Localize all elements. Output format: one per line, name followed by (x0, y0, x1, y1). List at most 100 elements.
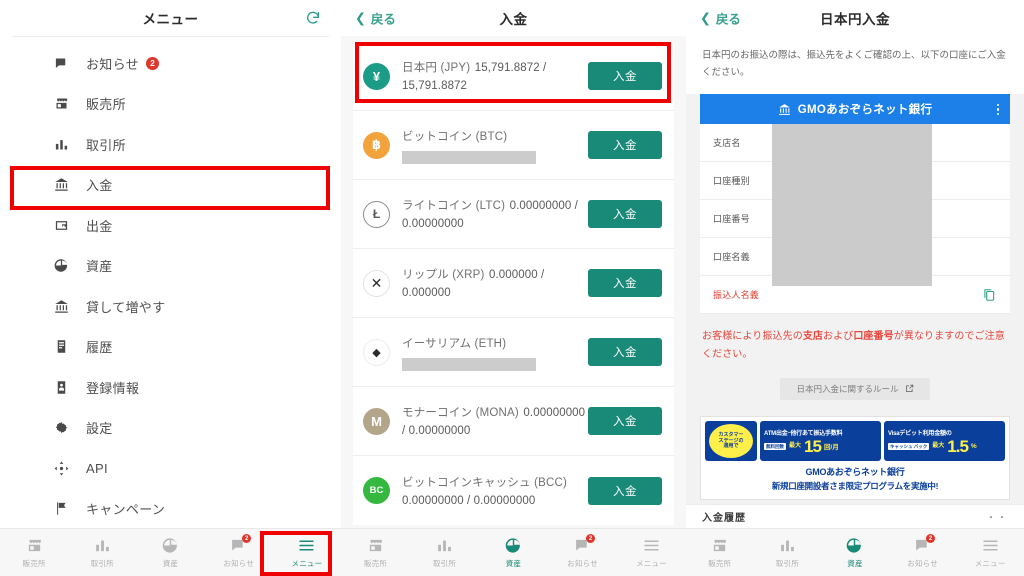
list-item-ltc[interactable]: Ł ライトコイン (LTC) 0.00000000 / 0.00000000 入… (353, 180, 674, 249)
coin-name: モナーコイン (MONA) (402, 407, 519, 419)
promo-visa-box: Visaデビット利用金額の キャッシュ バック 最大 1.5 % (884, 421, 1005, 462)
list-item-xrp[interactable]: ✕ リップル (XRP) 0.000000 / 0.000000 入金 (353, 249, 674, 318)
deposit-button[interactable]: 入金 (588, 200, 662, 228)
menu-panel: メニュー お知らせ 2 販売所 取引所 入金 出金 資産 貸して増やす 履歴 登… (0, 0, 341, 576)
sidebar-item-assets[interactable]: 資産 (0, 245, 341, 286)
kebab-menu-icon[interactable] (996, 103, 999, 115)
deposit-list-header: ❮ 戻る 入金 (341, 0, 686, 36)
back-label: 戻る (370, 12, 396, 27)
list-item-btc[interactable]: ฿ ビットコイン (BTC) 入金 (353, 111, 674, 180)
back-label: 戻る (715, 12, 741, 27)
list-item-bcc[interactable]: BC ビットコインキャッシュ (BCC) 0.00000000 / 0.0000… (353, 456, 674, 525)
sidebar-item-settings[interactable]: 設定 (0, 407, 341, 448)
sidebar-item-exchange[interactable]: 取引所 (0, 124, 341, 165)
promo-tag: キャッシュ バック (888, 442, 930, 450)
ltc-icon: Ł (363, 200, 390, 228)
tab-label: お知らせ (907, 559, 938, 568)
jpy-deposit-header: ❮ 戻る 日本円入金 (686, 0, 1024, 36)
deposit-button[interactable]: 入金 (588, 407, 662, 435)
promo-value: 1.5 (947, 436, 969, 456)
chevron-left-icon: ❮ (700, 10, 711, 25)
list-item-eth[interactable]: ◆ イーサリアム (ETH) 入金 (353, 318, 674, 387)
sidebar-item-label: API (86, 460, 108, 476)
tab-sales-office[interactable]: 販売所 (0, 529, 68, 576)
sidebar-item-deposit[interactable]: 入金 (0, 164, 341, 205)
list-item-jpy[interactable]: ¥ 日本円 (JPY) 15,791.8872 / 15,791.8872 入金 (353, 42, 674, 111)
deposit-button[interactable]: 入金 (588, 476, 662, 505)
promo-top-row: カスタマー ステージの 適用で ATM出金･他行あて振込手数料 無料回数 最大 … (705, 421, 1005, 462)
promo-unit: 回/月 (823, 444, 839, 452)
tab-menu[interactable]: メニュー (956, 529, 1024, 576)
promo-unit: % (970, 442, 977, 450)
sidebar-item-notifications[interactable]: お知らせ 2 (0, 43, 341, 84)
deposit-button[interactable]: 入金 (588, 269, 662, 297)
id-card-icon (52, 378, 70, 396)
deposit-button[interactable]: 入金 (588, 131, 662, 159)
deposit-button[interactable]: 入金 (588, 62, 662, 90)
copy-icon[interactable] (982, 288, 996, 302)
promo-tag: 無料回数 (764, 442, 786, 450)
sidebar-item-label: キャンペーン (86, 502, 166, 518)
pie-chart-icon (504, 536, 523, 555)
tab-assets[interactable]: 資産 (479, 529, 548, 576)
sidebar-item-registration-info[interactable]: 登録情報 (0, 367, 341, 408)
tab-exchange[interactable]: 取引所 (754, 529, 822, 576)
pie-chart-icon (845, 536, 864, 555)
mona-icon: M (363, 407, 390, 435)
row-label: 口座番号 (713, 214, 750, 225)
promo-value: 15 (804, 436, 822, 456)
promo-bottom-row: GMOあおぞらネット銀行 新規口座開設者さま限定プログラムを実施中! (705, 461, 1005, 495)
tab-assets[interactable]: 資産 (821, 529, 889, 576)
list-item-mona[interactable]: M モナーコイン (MONA) 0.00000000 / 0.00000000 … (353, 387, 674, 456)
external-link-icon (905, 384, 914, 395)
tab-menu[interactable]: メニュー (617, 529, 686, 576)
three-panel-screenshot: メニュー お知らせ 2 販売所 取引所 入金 出金 資産 貸して増やす 履歴 登… (0, 0, 1024, 576)
tab-label: 資産 (162, 559, 179, 568)
deposit-button[interactable]: 入金 (588, 338, 662, 366)
tab-notifications[interactable]: 2 お知らせ (548, 529, 617, 576)
coin-name: ビットコイン (BTC) (402, 130, 508, 143)
tab-label: メニュー (291, 559, 323, 568)
tab-assets[interactable]: 資産 (136, 529, 204, 576)
back-button[interactable]: ❮ 戻る (700, 9, 741, 28)
sidebar-item-sales-office[interactable]: 販売所 (0, 83, 341, 124)
promo-tagline: 新規口座開設者さま限定プログラムを実施中! (771, 481, 939, 492)
back-button[interactable]: ❮ 戻る (355, 9, 396, 28)
wallet-icon (52, 216, 70, 234)
notice-part: および (823, 331, 854, 343)
sidebar-item-label: 出金 (86, 218, 113, 234)
promo-prefix: 最大 (789, 443, 802, 450)
coin-name: ビットコインキャッシュ (BCC) (402, 476, 568, 489)
tab-menu[interactable]: メニュー (273, 529, 341, 576)
pie-chart-icon (161, 536, 180, 555)
sidebar-item-campaign[interactable]: キャンペーン (0, 488, 341, 529)
bar-chart-icon (778, 536, 797, 555)
sidebar-item-lending[interactable]: 貸して増やす (0, 286, 341, 327)
tab-label: メニュー (636, 559, 667, 568)
coin-meta: 日本円 (JPY) 15,791.8872 / 15,791.8872 (402, 58, 588, 94)
storefront-icon (25, 536, 44, 555)
deposit-history-section[interactable]: 入金履歴 ・・ (686, 504, 1024, 528)
sidebar-item-label: 入金 (86, 178, 113, 194)
sidebar-item-history[interactable]: 履歴 (0, 326, 341, 367)
promo-banner[interactable]: カスタマー ステージの 適用で ATM出金･他行あて振込手数料 無料回数 最大 … (700, 416, 1010, 501)
tab-exchange[interactable]: 取引所 (410, 529, 479, 576)
jpy-deposit-rule-button[interactable]: 日本円入金に関するルール (780, 378, 930, 401)
promo-circle: カスタマー ステージの 適用で (709, 424, 753, 459)
tab-exchange[interactable]: 取引所 (68, 529, 136, 576)
refresh-icon[interactable] (305, 10, 321, 26)
coin-meta: ビットコイン (BTC) (402, 127, 588, 164)
notice-part-bold: 支店 (802, 331, 824, 343)
tab-sales-office[interactable]: 販売所 (686, 529, 754, 576)
tab-notifications[interactable]: 2 お知らせ (205, 529, 273, 576)
sidebar-item-api[interactable]: API (0, 448, 341, 489)
sidebar-item-label: 登録情報 (86, 380, 140, 396)
coin-balance: 0.00000000 / 0.00000000 (402, 494, 536, 507)
tab-label: メニュー (974, 559, 1006, 568)
bank-name-bar[interactable]: GMOあおぞらネット銀行 (700, 94, 1010, 125)
promo-box-title: Visaデビット利用金額の (888, 430, 952, 437)
tab-sales-office[interactable]: 販売所 (341, 529, 410, 576)
coin-name: ライトコイン (LTC) (402, 200, 506, 212)
sidebar-item-withdraw[interactable]: 出金 (0, 205, 341, 246)
tab-notifications[interactable]: 2 お知らせ (889, 529, 957, 576)
